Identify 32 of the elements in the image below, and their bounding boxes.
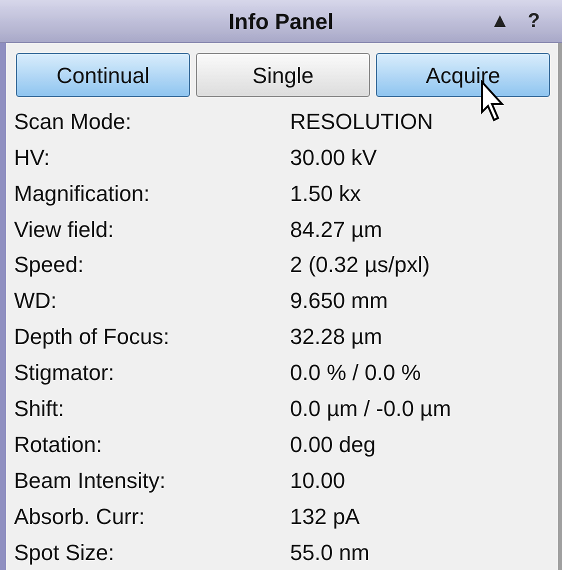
field-value: 55.0 nm bbox=[290, 538, 370, 567]
help-button[interactable]: ? bbox=[528, 11, 540, 32]
field-label: WD: bbox=[14, 287, 58, 316]
field-label: HV: bbox=[14, 144, 51, 172]
field-value: RESOLUTION bbox=[290, 108, 434, 136]
collapse-button[interactable]: ▲ bbox=[490, 11, 510, 32]
field-label: Rotation: bbox=[14, 430, 104, 459]
field-label: Speed: bbox=[14, 251, 85, 280]
field-label: Stigmator: bbox=[14, 359, 116, 388]
field-value: 0.0 % / 0.0 % bbox=[290, 359, 421, 388]
field-value: 132 pA bbox=[290, 502, 360, 531]
field-label: Shift: bbox=[14, 394, 66, 423]
field-value: 32.28 µm bbox=[290, 323, 382, 352]
field-label: Spot Size: bbox=[14, 538, 116, 567]
field-value: 1.50 kx bbox=[290, 180, 361, 208]
field-value: 10.00 bbox=[290, 466, 346, 495]
field-label: Absorb. Curr: bbox=[14, 502, 146, 531]
field-label: Magnification: bbox=[14, 180, 151, 208]
mode-button[interactable]: Single bbox=[196, 53, 370, 98]
field-value: 9.650 mm bbox=[290, 287, 388, 316]
field-value: 2 (0.32 µs/pxl) bbox=[290, 251, 430, 280]
field-label: Scan Mode: bbox=[14, 108, 132, 136]
field-label: Depth of Focus: bbox=[14, 323, 170, 352]
field-value: 30.00 kV bbox=[290, 144, 377, 172]
field-label: View field: bbox=[14, 216, 115, 244]
mode-button[interactable]: Acquire bbox=[376, 53, 550, 98]
panel-title: Info Panel bbox=[228, 8, 334, 36]
field-label: Beam Intensity: bbox=[14, 466, 167, 495]
field-value: 0.00 deg bbox=[290, 430, 376, 459]
field-value: 84.27 µm bbox=[290, 216, 382, 244]
mode-button[interactable]: Continual bbox=[16, 53, 190, 98]
field-value: 0.0 µm / -0.0 µm bbox=[290, 394, 452, 423]
